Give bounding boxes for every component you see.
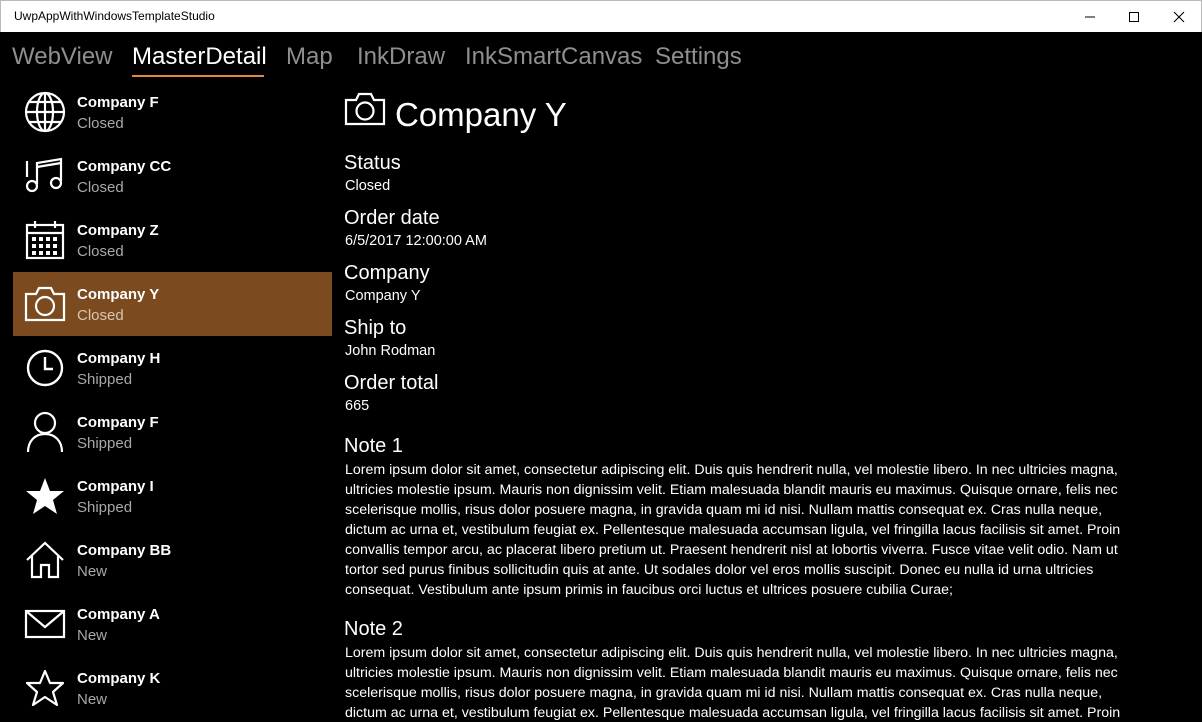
item-company: Company A <box>77 606 160 623</box>
item-company: Company K <box>77 670 161 687</box>
note-line: Lorem ipsum dolor sit amet, consectetur … <box>345 645 1118 661</box>
calendar-icon <box>23 220 67 260</box>
tab-inksmartcanvas[interactable]: InkSmartCanvas <box>465 43 642 71</box>
tab-settings[interactable]: Settings <box>655 43 742 71</box>
item-status: Closed <box>77 243 124 260</box>
note-2-text: Lorem ipsum dolor sit amet, consectetur … <box>345 643 1163 722</box>
detail-title: Company Y <box>395 96 567 133</box>
note-line: ultricies molestie ipsum. Mauris non dig… <box>345 665 1118 681</box>
field-value-ship-to: John Rodman <box>345 343 436 359</box>
item-company: Company Y <box>77 286 160 303</box>
star-outline-icon <box>23 668 67 708</box>
item-status: Closed <box>77 115 124 132</box>
item-company: Company F <box>77 414 159 431</box>
field-label-company: Company <box>344 262 430 284</box>
field-label-order-date: Order date <box>344 207 440 229</box>
field-value-status: Closed <box>345 178 391 194</box>
item-company: Company CC <box>77 158 172 175</box>
list-item[interactable]: Company K New <box>13 656 332 720</box>
note-line: convallis tempor arcu, ac placerat liber… <box>345 542 1118 558</box>
field-value-order-date: 6/5/2017 12:00:00 AM <box>345 233 487 249</box>
field-value-order-total: 665 <box>345 398 370 414</box>
item-status: New <box>77 627 108 644</box>
window-title: UwpAppWithWindowsTemplateStudio <box>14 9 215 23</box>
clock-icon <box>23 348 67 388</box>
tab-webview[interactable]: WebView <box>12 43 113 71</box>
list-item[interactable]: Company A New <box>13 592 332 656</box>
music-note-icon <box>23 156 67 196</box>
tab-inkdraw[interactable]: InkDraw <box>357 43 445 71</box>
active-tab-indicator <box>132 75 264 77</box>
note-line: scelerisque mollis, risus dolor posuere … <box>345 685 1103 701</box>
list-item[interactable]: Company CC Closed <box>13 144 332 208</box>
note-line: tortor sed purus finibus sollicitudin qu… <box>345 562 1094 578</box>
item-company: Company BB <box>77 542 172 559</box>
close-icon <box>1173 11 1185 23</box>
item-status: Closed <box>77 179 124 196</box>
note-line: dictum ac urna et, vestibulum feugiat ex… <box>345 705 1121 721</box>
note-line: consequat. Vestibulum ante ipsum primis … <box>345 582 953 598</box>
camera-icon <box>344 92 386 128</box>
close-button[interactable] <box>1156 1 1202 33</box>
note-line: Lorem ipsum dolor sit amet, consectetur … <box>345 462 1118 478</box>
mail-icon <box>23 604 67 644</box>
field-label-ship-to: Ship to <box>344 317 407 339</box>
tab-masterdetail[interactable]: MasterDetail <box>132 43 267 71</box>
camera-icon <box>23 284 67 324</box>
list-item[interactable]: Company F Shipped <box>13 400 332 464</box>
item-company: Company Z <box>77 222 159 239</box>
master-list: Company F Closed Company CC Closed Compa… <box>13 80 332 722</box>
note-2-title: Note 2 <box>344 618 403 640</box>
list-item[interactable]: Company Z Closed <box>13 208 332 272</box>
field-label-status: Status <box>344 152 401 174</box>
minimize-button[interactable] <box>1067 1 1113 33</box>
maximize-icon <box>1128 11 1140 23</box>
note-line: scelerisque mollis, risus dolor posuere … <box>345 502 1103 518</box>
note-1-text: Lorem ipsum dolor sit amet, consectetur … <box>345 460 1163 600</box>
tab-map[interactable]: Map <box>286 43 333 71</box>
item-status: New <box>77 691 108 708</box>
title-bar: UwpAppWithWindowsTemplateStudio <box>0 0 1202 32</box>
detail-pane: Company Y Status Closed Order date 6/5/2… <box>344 88 1164 722</box>
field-label-order-total: Order total <box>344 372 439 394</box>
minimize-icon <box>1084 11 1096 23</box>
list-item[interactable]: Company F Closed <box>13 80 332 144</box>
item-status: New <box>77 563 108 580</box>
note-line: ultricies molestie ipsum. Mauris non dig… <box>345 482 1118 498</box>
item-status: Shipped <box>77 371 133 388</box>
item-status: Shipped <box>77 435 133 452</box>
person-icon <box>23 411 67 453</box>
item-status: Shipped <box>77 499 133 516</box>
note-line: dictum ac urna et, vestibulum feugiat ex… <box>345 522 1121 538</box>
list-item[interactable]: Company BB New <box>13 528 332 592</box>
globe-icon <box>23 91 67 133</box>
list-item[interactable]: Company I Shipped <box>13 464 332 528</box>
item-company: Company F <box>77 94 159 111</box>
item-company: Company H <box>77 350 161 367</box>
list-item[interactable]: Company H Shipped <box>13 336 332 400</box>
star-filled-icon <box>23 476 67 516</box>
item-company: Company I <box>77 478 154 495</box>
list-item-selected[interactable]: Company Y Closed <box>13 272 332 336</box>
item-status: Closed <box>77 307 124 324</box>
field-value-company: Company Y <box>345 288 421 304</box>
home-icon <box>23 540 67 580</box>
note-1-title: Note 1 <box>344 435 403 457</box>
maximize-button[interactable] <box>1111 1 1157 33</box>
